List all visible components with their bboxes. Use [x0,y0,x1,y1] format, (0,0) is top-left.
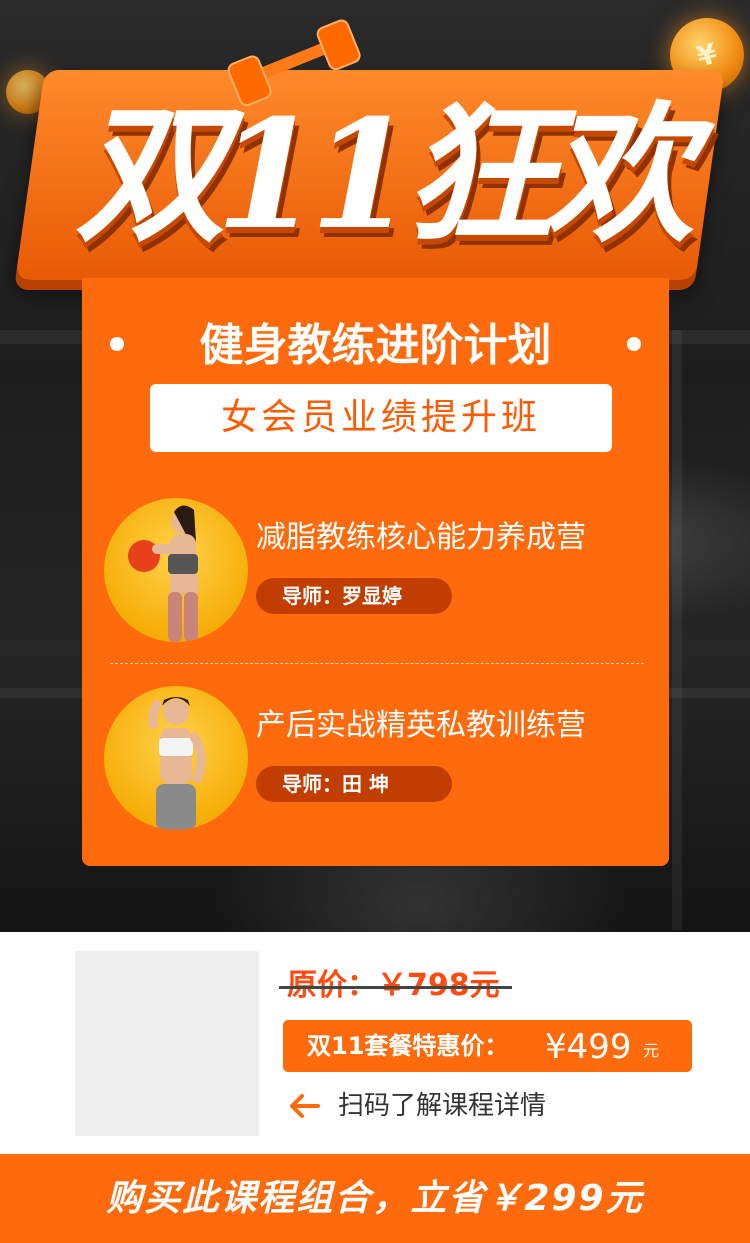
background-bar [672,330,682,930]
qr-code-placeholder[interactable] [75,951,259,1136]
tutor-badge: 导师：罗显婷 [256,578,452,614]
bullet-dot [627,337,641,351]
arrow-left-icon [290,1094,320,1118]
dashed-divider [110,663,644,664]
scan-hint-text: 扫码了解课程详情 [338,1091,547,1121]
event-title: 双11狂欢 [75,87,695,263]
original-price: 原价：￥798元 [279,966,512,1006]
course-title: 产后实战精英私教训练营 [256,708,586,743]
trainer-photo [148,697,206,830]
deal-unit: 元 [643,1041,660,1060]
course-item[interactable]: 产后实战精英私教训练营 导师：田 坤 [104,686,664,830]
hero-banner: ¥ 双11狂欢 健身教练进阶计划 女会员业绩提升班 减脂教练核心能力养成营 导师… [0,0,750,932]
tutor-avatar [104,498,248,642]
card-subtitle: 女会员业绩提升班 [150,384,612,452]
trainer-photo [128,505,198,642]
purchase-cta-banner[interactable]: 购买此课程组合，立省￥299元 [0,1154,750,1243]
course-title: 减脂教练核心能力养成营 [256,520,586,555]
card-headline: 健身教练进阶计划 [199,320,552,371]
tutor-avatar [104,686,248,830]
tutor-badge: 导师：田 坤 [256,766,452,802]
course-card: 健身教练进阶计划 女会员业绩提升班 减脂教练核心能力养成营 导师：罗显婷 产后实… [82,278,669,866]
deal-price-badge: 双11套餐特惠价： ¥499 元 [283,1020,692,1072]
course-item[interactable]: 减脂教练核心能力养成营 导师：罗显婷 [104,498,664,642]
deal-price: ¥499 [545,1027,632,1067]
deal-label: 双11套餐特惠价： [307,1032,509,1060]
